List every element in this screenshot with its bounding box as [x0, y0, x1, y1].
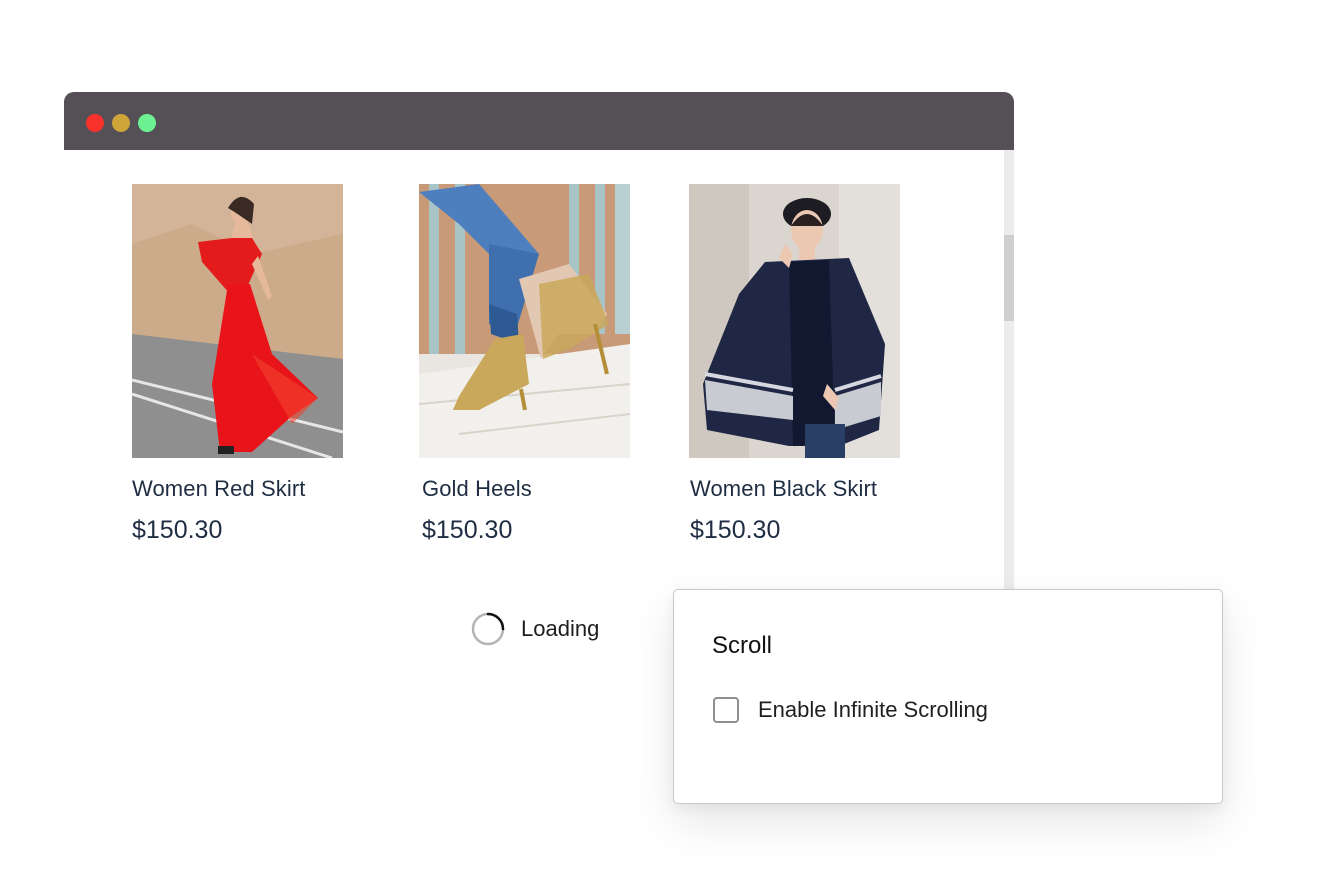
product-card[interactable]: Women Red Skirt $150.30	[132, 184, 372, 545]
product-image[interactable]	[689, 184, 900, 458]
stage: Women Red Skirt $150.30 Gold Heels $150.…	[0, 0, 1342, 896]
maximize-window-button[interactable]	[138, 114, 156, 132]
product-card[interactable]: Women Black Skirt $150.30	[689, 184, 929, 545]
panel-title: Scroll	[712, 632, 773, 659]
window-titlebar	[64, 92, 1014, 150]
close-window-button[interactable]	[86, 114, 104, 132]
product-name[interactable]: Women Red Skirt	[132, 476, 372, 502]
product-name[interactable]: Gold Heels	[422, 476, 659, 502]
scrollbar-thumb[interactable]	[1004, 235, 1014, 321]
product-price: $150.30	[132, 516, 223, 544]
product-price: $150.30	[422, 516, 513, 544]
product-card[interactable]: Gold Heels $150.30	[419, 184, 659, 545]
product-name[interactable]: Women Black Skirt	[690, 476, 929, 502]
scrollbar-track[interactable]	[1004, 150, 1014, 590]
loading-indicator: Loading	[471, 612, 599, 646]
spinner-icon	[471, 612, 505, 646]
minimize-window-button[interactable]	[112, 114, 130, 132]
infinite-scrolling-option[interactable]: Enable Infinite Scrolling	[713, 697, 988, 723]
scroll-settings-panel: Scroll Enable Infinite Scrolling	[673, 589, 1223, 804]
loading-label: Loading	[521, 616, 600, 641]
infinite-scrolling-checkbox[interactable]	[713, 697, 739, 723]
infinite-scrolling-label[interactable]: Enable Infinite Scrolling	[758, 697, 988, 723]
product-price: $150.30	[690, 516, 781, 544]
product-image[interactable]	[132, 184, 343, 458]
product-image[interactable]	[419, 184, 630, 458]
